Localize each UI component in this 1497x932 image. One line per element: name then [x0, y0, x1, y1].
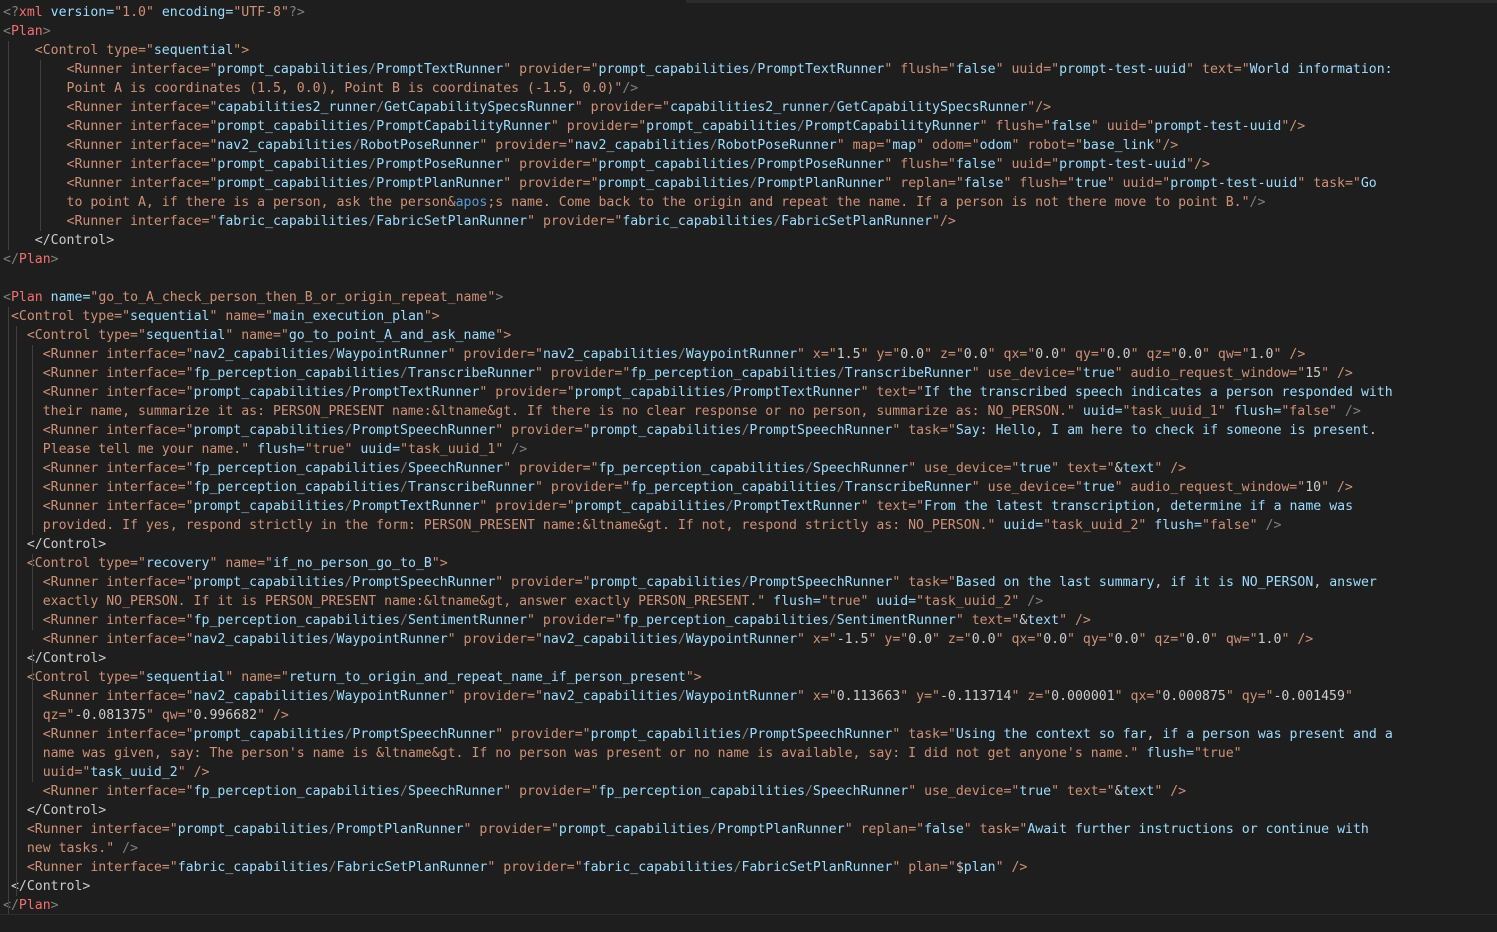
- code-line[interactable]: <Runner interface="prompt_capabilities/P…: [3, 155, 1210, 174]
- code-line[interactable]: <Runner interface="fp_perception_capabil…: [3, 459, 1186, 478]
- code-line[interactable]: <Control type="sequential" name="main_ex…: [3, 307, 440, 326]
- code-line[interactable]: <Plan name="go_to_A_check_person_then_B_…: [3, 288, 503, 307]
- code-line[interactable]: <Runner interface="prompt_capabilities/P…: [3, 60, 1393, 79]
- code-line[interactable]: uuid="task_uuid_2" />: [3, 763, 210, 782]
- code-line[interactable]: </Plan>: [3, 250, 59, 269]
- code-line[interactable]: Please tell me your name." flush="true" …: [3, 440, 527, 459]
- code-line[interactable]: <Runner interface="nav2_capabilities/Rob…: [3, 136, 1179, 155]
- code-line[interactable]: </Control>: [3, 801, 106, 820]
- code-line[interactable]: <Control type="recovery" name="if_no_per…: [3, 554, 448, 573]
- code-line[interactable]: <Runner interface="fp_perception_capabil…: [3, 478, 1353, 497]
- code-line[interactable]: <Runner interface="prompt_capabilities/P…: [3, 497, 1353, 516]
- indent-guide: [32, 554, 33, 630]
- indent-guide: [40, 60, 41, 231]
- code-line[interactable]: <Plan>: [3, 22, 51, 41]
- code-line[interactable]: <Runner interface="prompt_capabilities/P…: [3, 820, 1369, 839]
- code-editor[interactable]: <?xml version="1.0" encoding="UTF-8"?> <P…: [0, 0, 1497, 932]
- code-line[interactable]: name was given, say: The person's name i…: [3, 744, 1242, 763]
- code-line[interactable]: </Control>: [3, 231, 114, 250]
- indent-guide: [32, 649, 33, 782]
- code-line[interactable]: <Control type="sequential">: [3, 41, 249, 60]
- code-line[interactable]: to point A, if there is a person, ask th…: [3, 193, 1266, 212]
- code-line[interactable]: <Runner interface="fp_perception_capabil…: [3, 611, 1091, 630]
- code-line[interactable]: <Runner interface="nav2_capabilities/Way…: [3, 630, 1314, 649]
- indent-guide: [8, 41, 9, 250]
- code-line[interactable]: <Runner interface="capabilities2_runner/…: [3, 98, 1052, 117]
- code-line[interactable]: <Runner interface="nav2_capabilities/Way…: [3, 345, 1306, 364]
- code-line[interactable]: exactly NO_PERSON. If it is PERSON_PRESE…: [3, 592, 1044, 611]
- code-line[interactable]: <Runner interface="prompt_capabilities/P…: [3, 383, 1393, 402]
- editor-divider: [0, 914, 1497, 915]
- code-line[interactable]: provided. If yes, respond strictly in th…: [3, 516, 1282, 535]
- code-line[interactable]: <Runner interface="nav2_capabilities/Way…: [3, 687, 1353, 706]
- horizontal-scrollbar[interactable]: [686, 0, 1497, 3]
- code-line[interactable]: qz="-0.081375" qw="0.996682" />: [3, 706, 289, 725]
- code-line[interactable]: <Runner interface="fabric_capabilities/F…: [3, 858, 1028, 877]
- code-line[interactable]: <Runner interface="fp_perception_capabil…: [3, 782, 1186, 801]
- code-line[interactable]: <Runner interface="prompt_capabilities/P…: [3, 174, 1377, 193]
- code-line[interactable]: <Runner interface="fabric_capabilities/F…: [3, 212, 956, 231]
- code-line[interactable]: <Control type="sequential" name="return_…: [3, 668, 702, 687]
- code-line[interactable]: </Plan>: [3, 896, 59, 915]
- code-line[interactable]: <Runner interface="fp_perception_capabil…: [3, 364, 1353, 383]
- code-line[interactable]: </Control>: [3, 649, 106, 668]
- indent-guide: [32, 345, 33, 535]
- code-line[interactable]: <Runner interface="prompt_capabilities/P…: [3, 117, 1306, 136]
- indent-guide: [16, 326, 17, 896]
- code-line[interactable]: <Control type="sequential" name="go_to_p…: [3, 326, 511, 345]
- code-line[interactable]: new tasks." />: [3, 839, 138, 858]
- indent-guide: [8, 307, 9, 915]
- code-line[interactable]: <Runner interface="prompt_capabilities/P…: [3, 725, 1393, 744]
- code-line[interactable]: </Control>: [3, 535, 106, 554]
- code-line[interactable]: <?xml version="1.0" encoding="UTF-8"?>: [3, 3, 305, 22]
- code-line[interactable]: <Runner interface="prompt_capabilities/P…: [3, 421, 1377, 440]
- code-line[interactable]: Point A is coordinates (1.5, 0.0), Point…: [3, 79, 639, 98]
- code-line[interactable]: their name, summarize it as: PERSON_PRES…: [3, 402, 1361, 421]
- code-line[interactable]: <Runner interface="prompt_capabilities/P…: [3, 573, 1377, 592]
